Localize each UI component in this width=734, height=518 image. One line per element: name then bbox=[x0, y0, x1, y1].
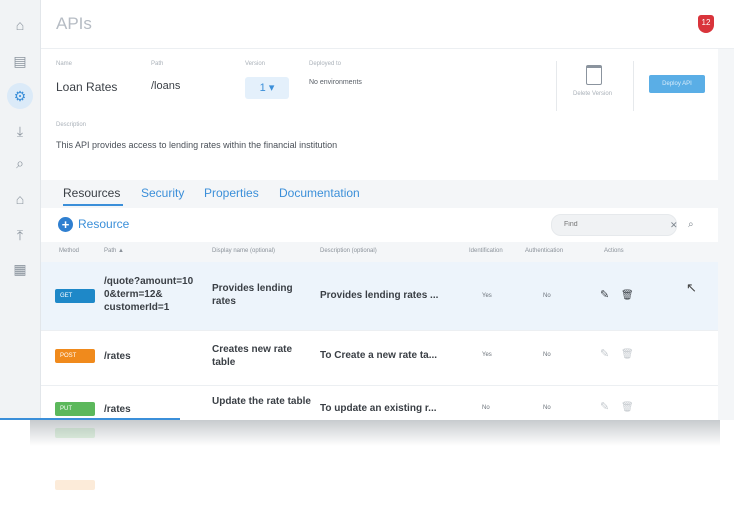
add-icon[interactable]: + bbox=[58, 217, 73, 232]
delete-icon[interactable]: 🗑 bbox=[621, 290, 634, 301]
column-method: Method bbox=[59, 248, 80, 254]
edit-icon[interactable]: ✎ bbox=[600, 349, 611, 360]
row-display-name: Provides lending rates bbox=[212, 283, 293, 307]
column-display-name[interactable]: Display name (optional) bbox=[212, 248, 275, 254]
api-name-field[interactable]: Loan Rates bbox=[56, 80, 117, 94]
find-box: ✕ ⌕ bbox=[551, 214, 694, 236]
app-window: ⌂ ▤ ⚙ ⤓ ⌕ ⌂ ⤒ ▦ APIs 12 Name Loan Rates … bbox=[0, 0, 734, 420]
sidebar: ⌂ ▤ ⚙ ⤓ ⌕ ⌂ ⤒ ▦ bbox=[0, 0, 41, 420]
table-row[interactable]: GET /quote?amount=10 0&term=12& customer… bbox=[41, 262, 718, 331]
row-path: /rates bbox=[104, 404, 131, 415]
method-badge: GET bbox=[55, 289, 95, 303]
catalog-icon[interactable]: ▤ bbox=[11, 52, 29, 70]
row-description: To update an existing r... bbox=[320, 403, 437, 414]
row-description: To Create a new rate ta... bbox=[320, 350, 438, 361]
reflection-badge bbox=[55, 480, 95, 490]
row-identification: No bbox=[482, 405, 490, 411]
deployed-label: Deployed to bbox=[309, 61, 342, 67]
row-authentication: No bbox=[543, 405, 551, 411]
reflection bbox=[41, 424, 721, 514]
notification-badge[interactable]: 12 bbox=[698, 15, 714, 33]
delete-icon[interactable]: 🗑 bbox=[621, 402, 634, 413]
tab-properties[interactable]: Properties bbox=[204, 186, 259, 200]
table-row[interactable]: POST /rates Creates new rate table To Cr… bbox=[41, 331, 718, 386]
upload-icon[interactable]: ⤒ bbox=[11, 226, 29, 244]
search-icon[interactable]: ⌕ bbox=[688, 219, 694, 230]
delete-version-icon[interactable] bbox=[586, 65, 602, 85]
resources-toolbar: + Resource ✕ ⌕ bbox=[41, 208, 718, 242]
version-label: Version bbox=[245, 61, 266, 67]
path-label: Path bbox=[151, 61, 164, 67]
delete-version-label[interactable]: Delete Version bbox=[573, 91, 612, 97]
active-tab-indicator bbox=[63, 204, 123, 206]
version-select[interactable]: 1 ▾ bbox=[245, 77, 289, 99]
row-display-name: Update the rate table bbox=[212, 396, 311, 407]
description-label: Description bbox=[56, 122, 87, 128]
mouse-cursor-icon: ↖ bbox=[686, 280, 697, 295]
dashboard-icon[interactable]: ▦ bbox=[11, 260, 29, 278]
edit-icon[interactable]: ✎ bbox=[600, 290, 611, 301]
home-icon[interactable]: ⌂ bbox=[11, 16, 29, 34]
row-authentication: No bbox=[543, 293, 551, 299]
api-details-panel: Name Loan Rates Path /loans Version 1 ▾ … bbox=[41, 49, 718, 180]
search-analytics-icon[interactable]: ⌕ bbox=[11, 154, 29, 172]
tab-resources[interactable]: Resources bbox=[63, 186, 120, 200]
row-path: /rates bbox=[104, 351, 131, 362]
apis-icon[interactable]: ⚙ bbox=[7, 83, 33, 109]
column-identification: Identification bbox=[469, 248, 503, 254]
column-actions: Actions bbox=[604, 248, 624, 254]
deployed-environments: No environments bbox=[309, 79, 362, 86]
add-resource-button[interactable]: Resource bbox=[78, 217, 129, 231]
column-description[interactable]: Description (optional) bbox=[320, 248, 377, 254]
row-identification: Yes bbox=[482, 352, 492, 358]
table-header: Method Path ▲ Display name (optional) De… bbox=[41, 242, 718, 262]
row-identification: Yes bbox=[482, 293, 492, 299]
lock-icon[interactable]: ⌂ bbox=[11, 190, 29, 208]
deploy-api-button[interactable]: Deploy API bbox=[649, 75, 705, 93]
reflection-badge bbox=[55, 428, 95, 438]
delete-icon[interactable]: 🗑 bbox=[621, 349, 634, 360]
tab-security[interactable]: Security bbox=[141, 186, 184, 200]
page-title: APIs bbox=[56, 14, 92, 33]
download-icon[interactable]: ⤓ bbox=[11, 122, 29, 140]
row-description: Provides lending rates ... bbox=[320, 290, 439, 301]
top-bar: APIs 12 bbox=[41, 0, 734, 49]
table-row[interactable]: PUT /rates Update the rate table To upda… bbox=[41, 386, 718, 420]
tab-bar: Resources Security Properties Documentat… bbox=[41, 180, 718, 208]
edit-icon[interactable]: ✎ bbox=[600, 402, 611, 413]
column-path[interactable]: Path ▲ bbox=[104, 248, 124, 254]
name-label: Name bbox=[56, 61, 73, 67]
row-authentication: No bbox=[543, 352, 551, 358]
api-description[interactable]: This API provides access to lending rate… bbox=[56, 140, 337, 150]
clear-icon[interactable]: ✕ bbox=[670, 220, 678, 231]
tab-documentation[interactable]: Documentation bbox=[279, 186, 360, 200]
api-path-field[interactable]: /loans bbox=[151, 80, 180, 92]
method-badge: POST bbox=[55, 349, 95, 363]
find-input[interactable] bbox=[564, 218, 644, 230]
method-badge: PUT bbox=[55, 402, 95, 416]
column-authentication: Authentication bbox=[525, 248, 564, 254]
divider bbox=[633, 61, 634, 111]
row-path: /quote?amount=10 0&term=12& customerId=1 bbox=[104, 276, 194, 313]
divider bbox=[556, 61, 557, 111]
row-display-name: Creates new rate table bbox=[212, 344, 293, 368]
